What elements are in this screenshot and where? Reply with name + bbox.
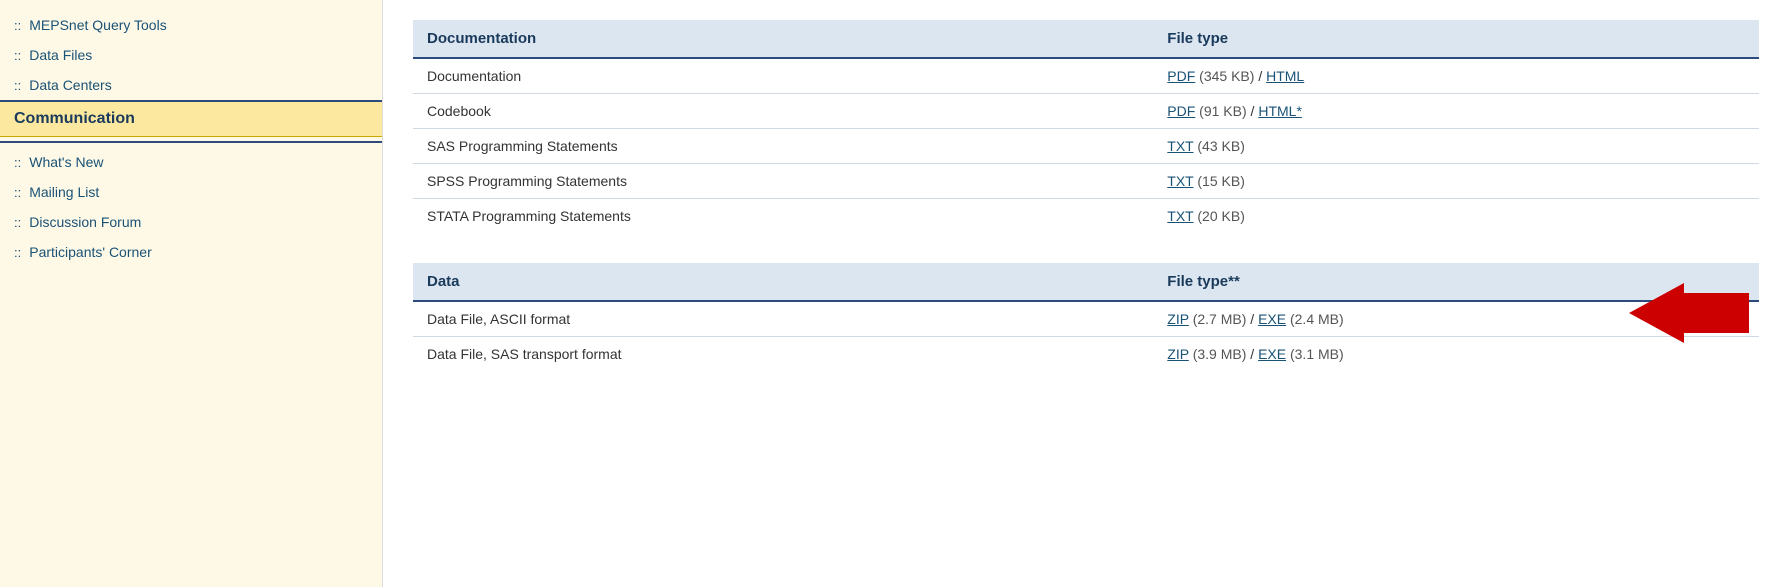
- file-link[interactable]: PDF: [1167, 68, 1195, 84]
- file-link[interactable]: TXT: [1167, 173, 1193, 189]
- sidebar-item-mepsnet-query-tools[interactable]: ::MEPSnet Query Tools: [0, 10, 382, 40]
- sidebar-item-label: Data Centers: [29, 77, 111, 93]
- bullet-icon: ::: [14, 215, 21, 230]
- data-col1-header: Data: [413, 263, 1153, 301]
- bullet-icon: ::: [14, 155, 21, 170]
- sidebar-item-label: What's New: [29, 154, 103, 170]
- file-size: (345 KB): [1195, 68, 1254, 84]
- doc-file-type: TXT (20 KB): [1153, 199, 1759, 234]
- sidebar-item-data-centers[interactable]: ::Data Centers: [0, 70, 382, 100]
- sidebar-item-whats-new[interactable]: ::What's New: [0, 147, 382, 177]
- table-row: Data File, ASCII formatZIP (2.7 MB) / EX…: [413, 301, 1759, 337]
- page-layout: ::MEPSnet Query Tools::Data Files::Data …: [0, 0, 1789, 587]
- file-size: (3.9 MB): [1189, 346, 1247, 362]
- doc-label: SAS Programming Statements: [413, 129, 1153, 164]
- table-row: SPSS Programming StatementsTXT (15 KB): [413, 164, 1759, 199]
- file-size: (15 KB): [1194, 173, 1245, 189]
- doc-label: STATA Programming Statements: [413, 199, 1153, 234]
- bullet-icon: ::: [14, 245, 21, 260]
- data-table: Data File type** Data File, ASCII format…: [413, 263, 1759, 371]
- table-row: SAS Programming StatementsTXT (43 KB): [413, 129, 1759, 164]
- file-link[interactable]: PDF: [1167, 103, 1195, 119]
- table-row: DocumentationPDF (345 KB) / HTML: [413, 58, 1759, 94]
- sidebar-divider: [0, 141, 382, 143]
- docs-col1-header: Documentation: [413, 20, 1153, 58]
- sidebar-item-participants-corner[interactable]: ::Participants' Corner: [0, 237, 382, 267]
- doc-label: SPSS Programming Statements: [413, 164, 1153, 199]
- sidebar-item-label: Participants' Corner: [29, 244, 152, 260]
- file-size: (3.1 MB): [1286, 346, 1344, 362]
- table-row: STATA Programming StatementsTXT (20 KB): [413, 199, 1759, 234]
- data-label: Data File, ASCII format: [413, 301, 1153, 337]
- sidebar-item-discussion-forum[interactable]: ::Discussion Forum: [0, 207, 382, 237]
- main-content: Documentation File type DocumentationPDF…: [383, 0, 1789, 587]
- file-link[interactable]: TXT: [1167, 208, 1193, 224]
- doc-file-type: PDF (91 KB) / HTML*: [1153, 94, 1759, 129]
- doc-file-type: TXT (43 KB): [1153, 129, 1759, 164]
- data-label: Data File, SAS transport format: [413, 337, 1153, 372]
- file-size: (91 KB): [1195, 103, 1246, 119]
- bullet-icon: ::: [14, 78, 21, 93]
- file-link[interactable]: TXT: [1167, 138, 1193, 154]
- docs-col2-header: File type: [1153, 20, 1759, 58]
- doc-file-type: TXT (15 KB): [1153, 164, 1759, 199]
- sidebar-item-data-files[interactable]: ::Data Files: [0, 40, 382, 70]
- doc-file-type: PDF (345 KB) / HTML: [1153, 58, 1759, 94]
- data-arrow-cell: [1559, 337, 1759, 372]
- documentation-table: Documentation File type DocumentationPDF…: [413, 20, 1759, 233]
- sidebar-item-label: Mailing List: [29, 184, 99, 200]
- table-row: Data File, SAS transport formatZIP (3.9 …: [413, 337, 1759, 372]
- file-size: (20 KB): [1194, 208, 1245, 224]
- sidebar-item-mailing-list[interactable]: ::Mailing List: [0, 177, 382, 207]
- data-file-type: ZIP (3.9 MB) / EXE (3.1 MB): [1153, 337, 1559, 372]
- file-link[interactable]: HTML: [1266, 68, 1304, 84]
- file-link[interactable]: ZIP: [1167, 346, 1189, 362]
- table-row: CodebookPDF (91 KB) / HTML*: [413, 94, 1759, 129]
- sidebar-item-label: MEPSnet Query Tools: [29, 17, 166, 33]
- sidebar: ::MEPSnet Query Tools::Data Files::Data …: [0, 0, 383, 587]
- sidebar-item-label: Data Files: [29, 47, 92, 63]
- file-size: (2.4 MB): [1286, 311, 1344, 327]
- bullet-icon: ::: [14, 185, 21, 200]
- bullet-icon: ::: [14, 18, 21, 33]
- sidebar-item-label: Discussion Forum: [29, 214, 141, 230]
- file-link[interactable]: EXE: [1258, 311, 1286, 327]
- file-link[interactable]: EXE: [1258, 346, 1286, 362]
- data-arrow-cell: [1559, 301, 1759, 337]
- data-col2-header: File type**: [1153, 263, 1559, 301]
- file-link[interactable]: ZIP: [1167, 311, 1189, 327]
- file-link[interactable]: HTML*: [1258, 103, 1302, 119]
- red-arrow-icon: [1629, 283, 1749, 343]
- bullet-icon: ::: [14, 48, 21, 63]
- file-size: (43 KB): [1194, 138, 1245, 154]
- doc-label: Codebook: [413, 94, 1153, 129]
- data-file-type: ZIP (2.7 MB) / EXE (2.4 MB): [1153, 301, 1559, 337]
- sidebar-section-communication: Communication: [0, 100, 382, 137]
- doc-label: Documentation: [413, 58, 1153, 94]
- file-size: (2.7 MB): [1189, 311, 1247, 327]
